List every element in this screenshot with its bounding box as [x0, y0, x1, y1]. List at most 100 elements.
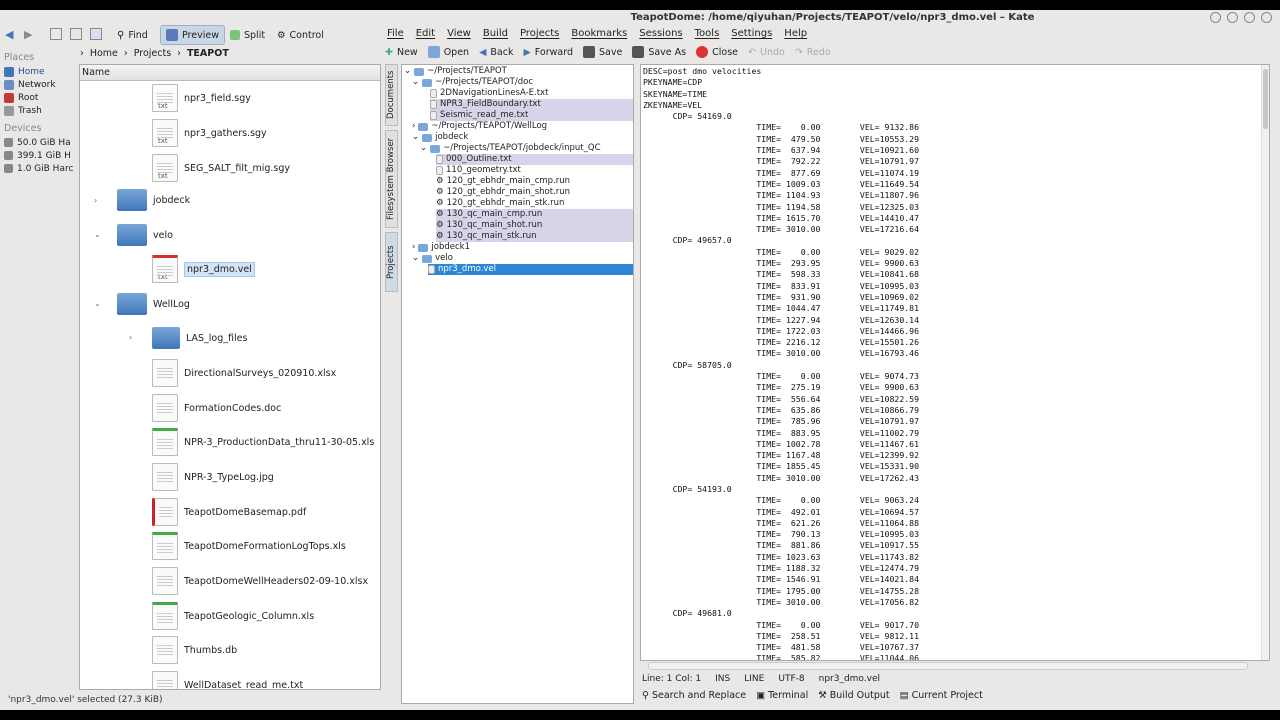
- tree-item[interactable]: Seismic_read_me.txt: [430, 110, 633, 121]
- icons-view-icon[interactable]: [50, 28, 62, 40]
- details-view-icon[interactable]: [90, 28, 102, 40]
- tab-documents[interactable]: Documents: [385, 64, 398, 126]
- selection-mode[interactable]: LINE: [744, 674, 764, 684]
- tree-item[interactable]: › jobdeck1: [412, 242, 470, 253]
- file-item[interactable]: SEG_SALT_filt_mig.sgy: [152, 153, 290, 183]
- tree-item[interactable]: ⌄ ~/Projects/TEAPOT/doc: [412, 77, 533, 88]
- menu-view[interactable]: View: [447, 28, 471, 39]
- find-button[interactable]: ⚲ Find: [112, 25, 153, 45]
- new-button[interactable]: ✚ New: [385, 47, 418, 58]
- encoding[interactable]: UTF-8: [778, 674, 804, 684]
- collapse-arrow-icon[interactable]: ⌄: [94, 299, 101, 308]
- menu-bookmarks[interactable]: Bookmarks: [571, 28, 627, 39]
- menu-edit[interactable]: Edit: [416, 28, 435, 39]
- file-item[interactable]: NPR-3_ProductionData_thru11-30-05.xls: [152, 427, 374, 457]
- tree-item[interactable]: ⌄ jobdeck: [412, 132, 468, 143]
- tree-item[interactable]: ⚙ 130_qc_main_cmp.run: [436, 209, 633, 220]
- minimize-icon[interactable]: [1227, 12, 1238, 23]
- file-item[interactable]: NPR-3_TypeLog.jpg: [152, 462, 274, 492]
- tab-terminal[interactable]: ▣ Terminal: [756, 690, 808, 701]
- insert-mode[interactable]: INS: [715, 674, 730, 684]
- device-item[interactable]: 399.1 GiB H: [0, 149, 78, 162]
- split-button[interactable]: Split: [225, 25, 270, 45]
- tree-item[interactable]: 2DNavigationLinesA-E.txt: [430, 88, 548, 99]
- preview-button[interactable]: Preview: [160, 25, 225, 45]
- menu-build[interactable]: Build: [483, 28, 508, 39]
- close-button[interactable]: Close: [696, 46, 738, 58]
- file-item[interactable]: npr3_field.sgy: [152, 83, 251, 113]
- menu-settings[interactable]: Settings: [731, 28, 772, 39]
- tree-item[interactable]: ⚙ 120_gt_ebhdr_main_cmp.run: [436, 176, 570, 187]
- folder-item[interactable]: jobdeck: [117, 185, 190, 215]
- back-button[interactable]: ◀ Back: [479, 47, 513, 58]
- folder-item[interactable]: WellLog: [117, 289, 190, 319]
- project-tree[interactable]: ⌄ ~/Projects/TEAPOT ⌄ ~/Projects/TEAPOT/do…: [401, 64, 634, 704]
- file-item[interactable]: WellDataset_read_me.txt: [152, 670, 303, 689]
- maximize-icon[interactable]: [1244, 12, 1255, 23]
- tree-item[interactable]: › ~/Projects/TEAPOT/WellLog: [412, 121, 547, 132]
- name-column-header[interactable]: Name: [80, 65, 380, 81]
- device-item[interactable]: 1.0 GiB Harc: [0, 162, 78, 175]
- forward-button[interactable]: ▶ Forward: [523, 47, 573, 58]
- menu-file[interactable]: File: [387, 28, 404, 39]
- menu-projects[interactable]: Projects: [520, 28, 559, 39]
- tree-item[interactable]: ⌄ velo: [412, 253, 453, 264]
- tree-item[interactable]: ⚙ 130_qc_main_shot.run: [436, 220, 633, 231]
- file-item[interactable]: TeapotDomeWellHeaders02-09-10.xlsx: [152, 566, 368, 596]
- folder-item[interactable]: LAS_log_files: [152, 323, 247, 353]
- forward-nav-icon[interactable]: ▶: [24, 28, 32, 41]
- control-button[interactable]: ⚙ Control: [272, 25, 329, 45]
- undo-button[interactable]: ↶ Undo: [748, 47, 785, 58]
- save-as-button[interactable]: Save As: [632, 46, 686, 58]
- folder-item[interactable]: velo: [117, 220, 173, 250]
- tree-item[interactable]: ⚙ 130_qc_main_stk.run: [436, 231, 633, 242]
- menu-tools[interactable]: Tools: [695, 28, 720, 39]
- tab-projects[interactable]: Projects: [385, 232, 398, 292]
- places-item-network[interactable]: Network: [0, 78, 78, 91]
- horizontal-scrollbar[interactable]: [648, 662, 1248, 670]
- places-item-home[interactable]: Home: [0, 65, 78, 78]
- help-window-icon[interactable]: [1210, 12, 1221, 23]
- redo-button[interactable]: ↷ Redo: [795, 47, 831, 58]
- file-item[interactable]: Thumbs.db: [152, 635, 237, 665]
- file-item[interactable]: TeapotDomeBasemap.pdf: [152, 497, 306, 527]
- breadcrumb-teapot[interactable]: TEAPOT: [187, 48, 229, 59]
- tab-filesystem-browser[interactable]: Filesystem Browser: [385, 130, 398, 228]
- file-item-selected[interactable]: npr3_dmo.vel: [152, 254, 255, 284]
- file-item[interactable]: npr3_gathers.sgy: [152, 118, 267, 148]
- open-button[interactable]: Open: [427, 46, 469, 58]
- tree-item[interactable]: NPR3_FieldBoundary.txt: [430, 99, 633, 110]
- expand-arrow-icon[interactable]: ›: [94, 196, 97, 205]
- tree-item[interactable]: 000_Outline.txt: [436, 154, 633, 165]
- compact-view-icon[interactable]: [70, 28, 82, 40]
- tree-item[interactable]: ⚙ 120_gt_ebhdr_main_stk.run: [436, 198, 564, 209]
- places-item-trash[interactable]: Trash: [0, 104, 78, 117]
- tab-build-output[interactable]: ⚒ Build Output: [818, 690, 889, 701]
- tree-item[interactable]: 110_geometry.txt: [436, 165, 521, 176]
- close-window-icon[interactable]: [1261, 12, 1272, 23]
- breadcrumb-home[interactable]: Home: [90, 48, 118, 59]
- breadcrumb-projects[interactable]: Projects: [134, 48, 171, 59]
- menu-help[interactable]: Help: [784, 28, 807, 39]
- file-item[interactable]: TeapotGeologic_Column.xls: [152, 601, 314, 631]
- expand-arrow-icon[interactable]: ›: [129, 333, 132, 342]
- device-item[interactable]: 50.0 GiB Ha: [0, 136, 78, 149]
- text-editor[interactable]: DESC=post dmo velocities PKEYNAME=CDP SK…: [640, 64, 1270, 661]
- file-list[interactable]: Name npr3_field.sgy npr3_gathers.sgy SEG…: [79, 64, 381, 690]
- editor-content[interactable]: DESC=post dmo velocities PKEYNAME=CDP SK…: [641, 65, 1269, 660]
- places-item-root[interactable]: Root: [0, 91, 78, 104]
- menu-sessions[interactable]: Sessions: [639, 28, 682, 39]
- vertical-scrollbar[interactable]: [1261, 65, 1269, 660]
- tree-item[interactable]: ⚙ 120_gt_ebhdr_main_shot.run: [436, 187, 570, 198]
- tree-item[interactable]: ⌄ ~/Projects/TEAPOT: [404, 66, 507, 77]
- tree-item[interactable]: ⌄ ~/Projects/TEAPOT/jobdeck/input_QC: [420, 143, 601, 154]
- save-button[interactable]: Save: [583, 46, 622, 58]
- file-item[interactable]: TeapotDomeFormationLogTops.xls: [152, 531, 346, 561]
- tab-search-replace[interactable]: ⚲ Search and Replace: [642, 690, 746, 701]
- back-nav-icon[interactable]: ◀: [5, 28, 13, 41]
- file-item[interactable]: DirectionalSurveys_020910.xlsx: [152, 358, 336, 388]
- tree-item-current[interactable]: npr3_dmo.vel: [428, 264, 633, 275]
- collapse-arrow-icon[interactable]: ⌄: [94, 230, 101, 239]
- file-item[interactable]: FormationCodes.doc: [152, 393, 281, 423]
- tab-current-project[interactable]: ▤ Current Project: [900, 690, 983, 701]
